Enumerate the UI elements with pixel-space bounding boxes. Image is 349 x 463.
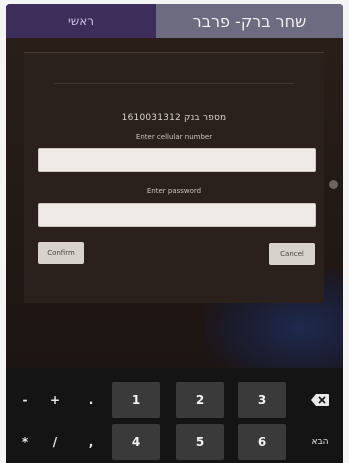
key-dot[interactable]: . [80, 382, 102, 418]
cellular-label: Enter cellular number [135, 133, 213, 141]
key-2[interactable]: 2 [176, 382, 224, 418]
key-asterisk[interactable]: * [14, 424, 36, 460]
dialog-divider [54, 83, 294, 84]
phone-screen: ראשי שחר ברק- פרבר 1610031312 מספר בנק E… [6, 4, 343, 463]
background-screen: 1610031312 מספר בנק Enter cellular numbe… [6, 38, 343, 368]
key-3[interactable]: 3 [238, 382, 286, 418]
app-top-bar: ראשי שחר ברק- פרבר [6, 4, 343, 38]
cancel-button[interactable]: Cancel [269, 243, 315, 265]
account-number: 1610031312 מספר בנק [121, 113, 227, 123]
cellular-number-field[interactable] [38, 148, 316, 172]
key-5[interactable]: 5 [176, 424, 224, 460]
key-plus[interactable]: + [44, 382, 66, 418]
password-field[interactable] [38, 203, 316, 227]
tab-main[interactable]: ראשי [6, 4, 156, 38]
key-6[interactable]: 6 [238, 424, 286, 460]
key-4[interactable]: 4 [112, 424, 160, 460]
key-comma[interactable]: , [80, 424, 102, 460]
login-dialog: 1610031312 מספר בנק Enter cellular numbe… [24, 52, 324, 303]
key-minus[interactable]: - [14, 382, 36, 418]
tab-account-title[interactable]: שחר ברק- פרבר [156, 4, 343, 38]
key-slash[interactable]: / [44, 424, 66, 460]
scroll-indicator [329, 180, 338, 189]
next-key[interactable]: הבא [300, 424, 340, 460]
key-1[interactable]: 1 [112, 382, 160, 418]
backspace-icon[interactable] [302, 382, 338, 418]
numeric-keyboard: - + . 1 2 3 * / , 4 5 6 הבא [6, 368, 343, 463]
password-label: Enter password [146, 187, 202, 195]
confirm-button[interactable]: Confirm [38, 242, 84, 264]
